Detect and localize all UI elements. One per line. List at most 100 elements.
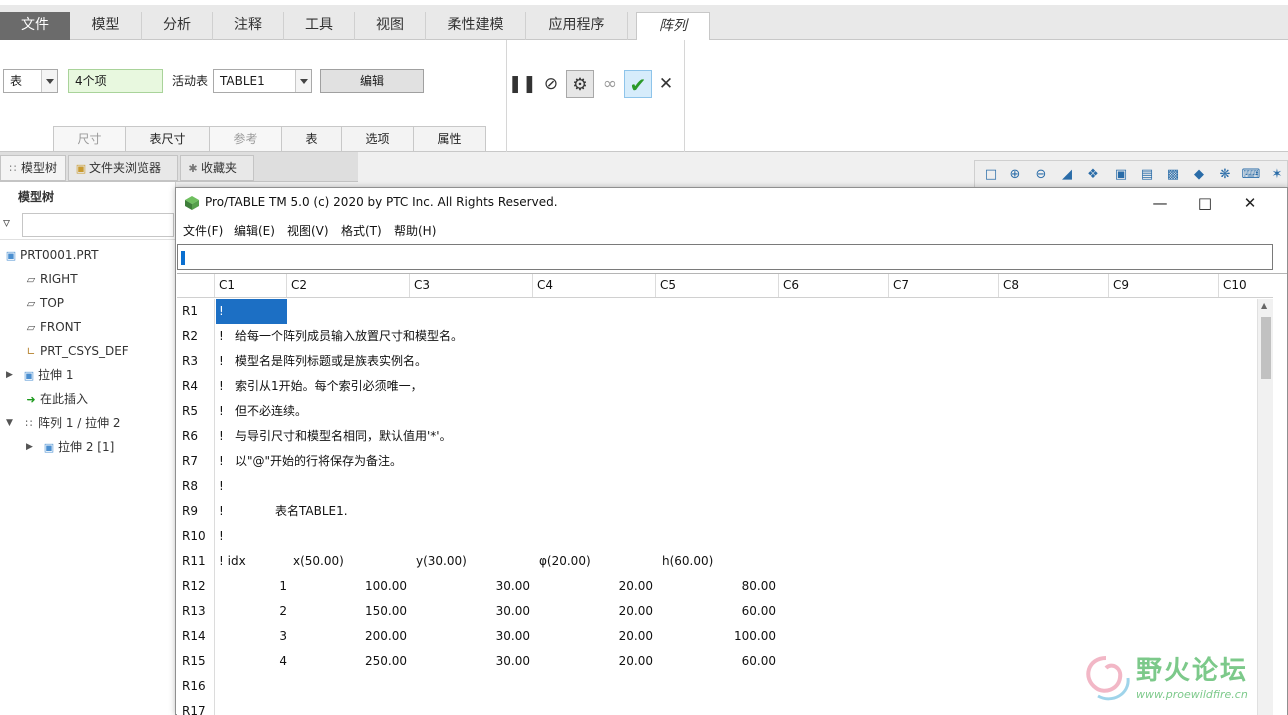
cell-edit-input[interactable]: [177, 244, 1273, 270]
table-cell[interactable]: !: [219, 349, 224, 374]
table-cell[interactable]: !: [219, 474, 224, 499]
table-cell[interactable]: 250.00: [287, 649, 407, 674]
tab-view[interactable]: 视图: [355, 12, 426, 40]
active-table-select[interactable]: TABLE1: [213, 69, 312, 93]
subtab-table-dimensions[interactable]: 表尺寸: [125, 126, 210, 152]
tab-favorites[interactable]: ✱ 收藏夹: [180, 155, 254, 181]
spin-center-icon[interactable]: ✶: [1267, 165, 1287, 185]
row-header[interactable]: R4: [177, 374, 215, 399]
collapse-icon[interactable]: ▼: [6, 412, 13, 434]
annotation-display-icon[interactable]: ⌨: [1241, 165, 1261, 185]
table-cell[interactable]: 150.00: [287, 599, 407, 624]
chevron-down-icon[interactable]: [295, 70, 311, 92]
table-cell[interactable]: 60.00: [656, 649, 776, 674]
table-cell[interactable]: 索引从1开始。每个索引必须唯一，: [235, 374, 423, 399]
row-header[interactable]: R14: [177, 624, 215, 649]
chevron-down-icon[interactable]: [41, 70, 57, 92]
display-style-icon[interactable]: ▣: [1111, 165, 1131, 185]
view-manager-icon[interactable]: ▩: [1163, 165, 1183, 185]
menu-format[interactable]: 格式(T): [341, 222, 382, 239]
row-header[interactable]: R5: [177, 399, 215, 424]
table-cell[interactable]: 60.00: [656, 599, 776, 624]
table-cell[interactable]: 100.00: [656, 624, 776, 649]
tab-pattern[interactable]: 阵列: [636, 12, 710, 41]
menu-help[interactable]: 帮助(H): [394, 222, 436, 239]
table-cell[interactable]: 20.00: [533, 624, 653, 649]
table-cell[interactable]: 80.00: [656, 574, 776, 599]
tree-item-extrude-2[interactable]: ▶ ▣ 拉伸 2 [1]: [26, 436, 114, 458]
subtab-tables[interactable]: 表: [281, 126, 342, 152]
table-cell[interactable]: 30.00: [410, 649, 530, 674]
tree-item-extrude-1[interactable]: ▶ ▣ 拉伸 1: [6, 364, 73, 386]
table-cell[interactable]: !: [219, 524, 224, 549]
table-cell[interactable]: 30.00: [410, 599, 530, 624]
tab-model[interactable]: 模型: [70, 12, 142, 40]
table-cell[interactable]: 给每一个阵列成员输入放置尺寸和模型名。: [235, 324, 463, 349]
filter-icon[interactable]: ▿: [3, 215, 21, 233]
row-header[interactable]: R7: [177, 449, 215, 474]
row-header[interactable]: R12: [177, 574, 215, 599]
column-header[interactable]: C4: [533, 274, 656, 297]
table-cell[interactable]: !: [219, 324, 224, 349]
table-cell[interactable]: !: [219, 374, 224, 399]
tree-item-top[interactable]: ▱ TOP: [22, 292, 64, 314]
subtab-options[interactable]: 选项: [341, 126, 414, 152]
table-cell[interactable]: 20.00: [533, 649, 653, 674]
row-header[interactable]: R8: [177, 474, 215, 499]
table-cell[interactable]: !: [219, 424, 224, 449]
tab-applications[interactable]: 应用程序: [526, 12, 628, 40]
row-header[interactable]: R16: [177, 674, 215, 699]
tab-file[interactable]: 文件: [0, 12, 70, 40]
maximize-button[interactable]: □: [1185, 192, 1225, 214]
edit-button[interactable]: 编辑: [320, 69, 424, 93]
scroll-thumb[interactable]: [1261, 317, 1271, 379]
glasses-icon[interactable]: ∞: [596, 70, 624, 98]
table-cell[interactable]: 表名TABLE1.: [275, 499, 348, 524]
scroll-up-icon[interactable]: ▲: [1261, 301, 1267, 310]
tree-item-pattern-1[interactable]: ▼ ∷ 阵列 1 / 拉伸 2: [6, 412, 121, 434]
perspective-icon[interactable]: ◆: [1189, 165, 1209, 185]
column-header[interactable]: C7: [889, 274, 999, 297]
tree-item-csys[interactable]: ∟ PRT_CSYS_DEF: [22, 340, 128, 362]
table-cell[interactable]: h(60.00): [662, 549, 713, 574]
table-cell[interactable]: 以"@"开始的行将保存为备注。: [235, 449, 402, 474]
tab-flexible-modeling[interactable]: 柔性建模: [426, 12, 526, 40]
orientation-icon[interactable]: ❖: [1083, 165, 1103, 185]
table-cell[interactable]: !: [219, 449, 224, 474]
table-cell[interactable]: 2: [215, 599, 287, 624]
tab-annotate[interactable]: 注释: [213, 12, 284, 40]
table-cell[interactable]: φ(20.00): [539, 549, 591, 574]
table-cell[interactable]: x(50.00): [293, 549, 344, 574]
tab-model-tree[interactable]: ∷ 模型树: [0, 155, 66, 181]
zoom-in-icon[interactable]: ⊕: [1005, 165, 1025, 185]
table-cell[interactable]: 30.00: [410, 574, 530, 599]
close-button[interactable]: ✕: [1230, 192, 1270, 214]
column-header[interactable]: C9: [1109, 274, 1219, 297]
row-header[interactable]: R17: [177, 699, 215, 715]
table-cell[interactable]: 3: [215, 624, 287, 649]
expand-icon[interactable]: ▶: [26, 436, 33, 458]
row-header[interactable]: R13: [177, 599, 215, 624]
check-icon[interactable]: ✔: [624, 70, 652, 98]
column-header[interactable]: C1: [215, 274, 287, 297]
zoom-out-icon[interactable]: ⊖: [1031, 165, 1051, 185]
row-header[interactable]: R3: [177, 349, 215, 374]
datum-display-icon[interactable]: ❋: [1215, 165, 1235, 185]
table-cell[interactable]: 与导引尺寸和模型名相同，默认值用'*'。: [235, 424, 452, 449]
pattern-type-select[interactable]: 表: [3, 69, 58, 93]
tab-tools[interactable]: 工具: [284, 12, 355, 40]
tab-analysis[interactable]: 分析: [142, 12, 213, 40]
menu-edit[interactable]: 编辑(E): [234, 222, 275, 239]
expand-icon[interactable]: ▶: [6, 364, 13, 386]
row-header[interactable]: R11: [177, 549, 215, 574]
stop-icon[interactable]: ⊘: [537, 70, 565, 98]
preview-icon[interactable]: ⚙: [566, 70, 594, 98]
tab-folder-browser[interactable]: ▣ 文件夹浏览器: [68, 155, 178, 181]
table-cell[interactable]: 模型名是阵列标题或是族表实例名。: [235, 349, 427, 374]
table-cell[interactable]: 但不必连续。: [235, 399, 307, 424]
menu-view[interactable]: 视图(V): [287, 222, 329, 239]
row-header[interactable]: R6: [177, 424, 215, 449]
row-header[interactable]: R1: [177, 299, 215, 324]
column-header[interactable]: C2: [287, 274, 410, 297]
row-header[interactable]: R15: [177, 649, 215, 674]
